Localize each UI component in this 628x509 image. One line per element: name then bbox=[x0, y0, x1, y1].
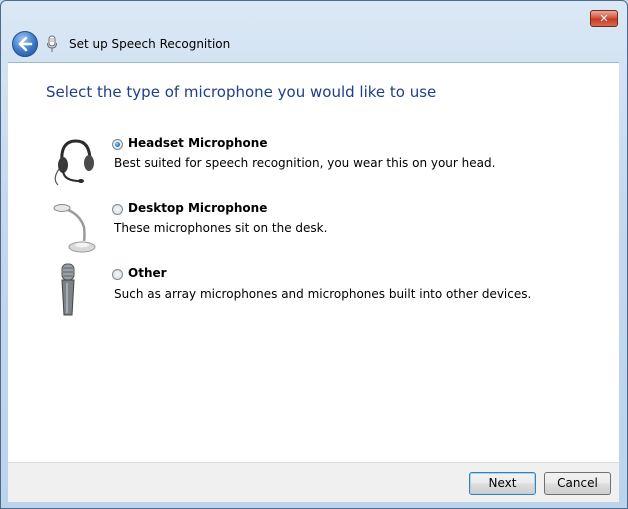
close-button[interactable]: ✕ bbox=[590, 10, 618, 27]
handheld-microphone-icon bbox=[61, 263, 75, 316]
back-button[interactable] bbox=[12, 31, 38, 57]
content-pane: Select the type of microphone you would … bbox=[8, 62, 619, 463]
microphone-icon bbox=[47, 35, 57, 52]
radio-headset[interactable] bbox=[112, 139, 123, 150]
option-other[interactable]: Other Such as array microphones and micr… bbox=[8, 263, 608, 323]
next-button[interactable]: Next bbox=[469, 472, 536, 495]
close-icon: ✕ bbox=[599, 12, 609, 25]
option-headset[interactable]: Headset Microphone Best suited for speec… bbox=[8, 133, 608, 193]
page-heading: Select the type of microphone you would … bbox=[46, 83, 437, 101]
option-label: Desktop Microphone bbox=[128, 201, 268, 215]
option-label: Other bbox=[128, 266, 167, 280]
radio-other[interactable] bbox=[112, 269, 123, 280]
option-label: Headset Microphone bbox=[128, 136, 268, 150]
option-description: These microphones sit on the desk. bbox=[114, 221, 328, 235]
window-title: Set up Speech Recognition bbox=[69, 37, 231, 51]
cancel-button[interactable]: Cancel bbox=[544, 472, 611, 495]
option-description: Such as array microphones and microphone… bbox=[114, 287, 532, 301]
desktop-microphone-icon bbox=[53, 204, 96, 253]
wizard-window: ✕ Set up Speech Recognition Select the t… bbox=[0, 0, 628, 509]
button-bar: Next Cancel bbox=[8, 462, 619, 502]
back-arrow-icon bbox=[18, 36, 33, 52]
option-description: Best suited for speech recognition, you … bbox=[114, 156, 496, 170]
option-desktop[interactable]: Desktop Microphone These microphones sit… bbox=[8, 198, 608, 258]
headset-icon bbox=[54, 139, 94, 186]
radio-desktop[interactable] bbox=[112, 204, 123, 215]
